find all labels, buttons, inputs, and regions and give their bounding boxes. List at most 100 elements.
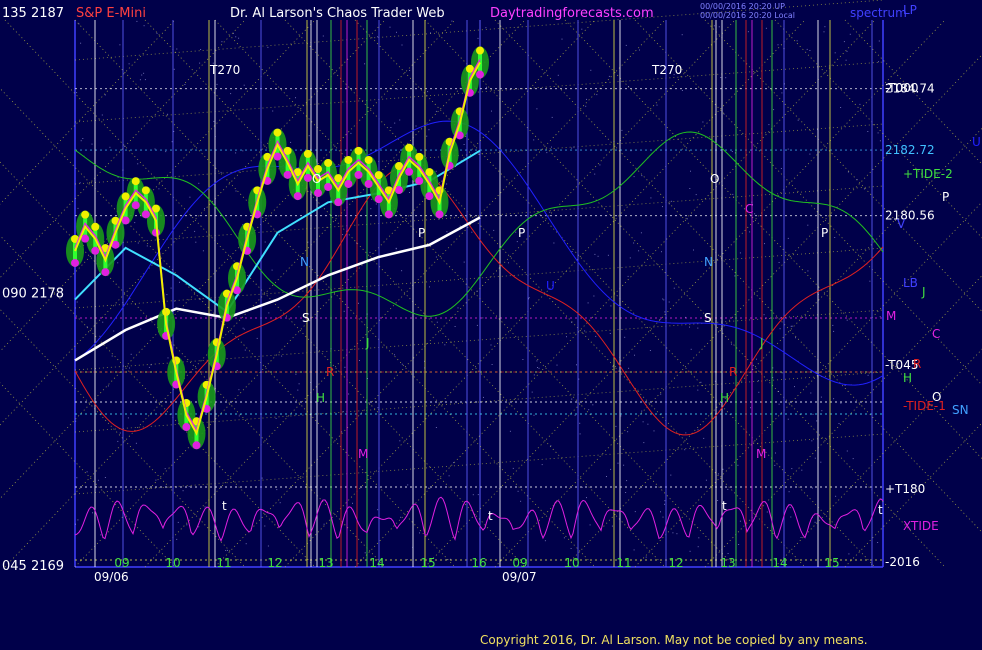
date-label-day2: 09/07 (502, 570, 537, 584)
background-dot (533, 414, 535, 416)
background-dot (364, 552, 366, 554)
background-dot (97, 479, 99, 481)
background-dot (794, 386, 795, 388)
candle-high-dot (354, 146, 363, 155)
background-dot (235, 190, 237, 192)
background-dot (323, 523, 325, 525)
background-dot (689, 550, 691, 552)
candle-high-dot (273, 128, 282, 137)
chart-marker: P (418, 226, 425, 240)
background-dot (633, 176, 635, 178)
background-dot (528, 298, 529, 300)
background-dot (832, 324, 834, 326)
background-dot (734, 152, 736, 154)
background-dot (633, 242, 635, 244)
background-dot (713, 25, 715, 27)
background-dot (150, 364, 152, 366)
background-dot (154, 148, 156, 150)
background-dot (235, 152, 237, 154)
background-dot (739, 520, 741, 522)
background-dot (833, 330, 835, 332)
background-dot (200, 49, 202, 50)
diagonal-line-up (634, 201, 982, 568)
background-dot (406, 559, 408, 560)
vertical-time-lines (94, 20, 873, 567)
background-dot (649, 350, 651, 351)
background-dot (170, 287, 172, 289)
candle-low-dot (324, 182, 333, 191)
background-dot (811, 440, 813, 442)
background-dot (777, 44, 779, 46)
diagonal-line-down (774, 19, 982, 239)
background-dot (821, 410, 823, 412)
background-dot (846, 319, 848, 321)
background-dot (276, 489, 278, 491)
candle-low-dot (71, 258, 79, 267)
chart-marker: J (365, 336, 370, 350)
candle-high-dot (81, 210, 90, 219)
background-dot (689, 326, 690, 328)
background-dot (119, 432, 121, 434)
background-dot (194, 230, 196, 232)
background-dot (343, 310, 345, 312)
background-dot (356, 242, 358, 244)
background-dot (734, 275, 736, 277)
background-dot (528, 297, 530, 299)
background-dot (737, 464, 739, 466)
background-dot (550, 445, 552, 447)
background-dot (538, 367, 540, 369)
background-dot (846, 450, 848, 452)
background-dot (725, 77, 727, 79)
lp-label: LP (903, 3, 917, 17)
background-dot (99, 335, 101, 337)
background-dot (295, 97, 296, 99)
background-dot (630, 150, 632, 152)
background-dot (863, 188, 865, 190)
background-dot (424, 360, 425, 362)
background-dot (561, 38, 563, 40)
background-dot (476, 290, 478, 292)
right-label: U (972, 135, 981, 149)
background-dot (664, 311, 666, 313)
background-dot (717, 473, 719, 475)
background-dot (833, 398, 835, 400)
background-dot (807, 270, 809, 272)
background-dot (852, 458, 854, 460)
timestamp-utc: 00/00/2016 20:20 UP (700, 2, 785, 11)
background-dot (127, 417, 129, 419)
background-dot (86, 471, 88, 473)
background-dot (628, 367, 630, 369)
background-dot (156, 32, 158, 34)
background-dot (571, 398, 573, 400)
background-dot (256, 337, 258, 339)
background-dot (77, 519, 79, 521)
background-dot (556, 364, 558, 366)
background-dot (396, 88, 398, 90)
background-dot (342, 234, 344, 236)
background-dot (77, 207, 79, 209)
site-link[interactable]: Daytradingforecasts.com (490, 6, 654, 21)
chart-marker: O (710, 172, 719, 186)
background-dot (204, 506, 206, 508)
chart-marker: t (722, 499, 727, 513)
background-dot (727, 488, 729, 490)
background-dot (369, 251, 371, 253)
candle-low-dot (476, 70, 484, 79)
right-label: +TIDE-2 (903, 167, 953, 181)
background-dot (427, 91, 429, 93)
chart-marker: T270 (209, 63, 240, 77)
background-dot (791, 468, 793, 470)
background-dot (235, 36, 237, 38)
background-dot (100, 534, 102, 536)
background-dot (176, 538, 178, 540)
background-dot (814, 457, 816, 459)
background-dot (449, 558, 451, 560)
background-dot (816, 420, 818, 422)
background-dot (216, 83, 218, 85)
background-dot (621, 129, 623, 131)
background-dot (166, 294, 168, 296)
background-dot (840, 402, 842, 404)
background-dot (238, 389, 240, 391)
background-dot (400, 516, 402, 518)
background-dot (722, 468, 724, 470)
